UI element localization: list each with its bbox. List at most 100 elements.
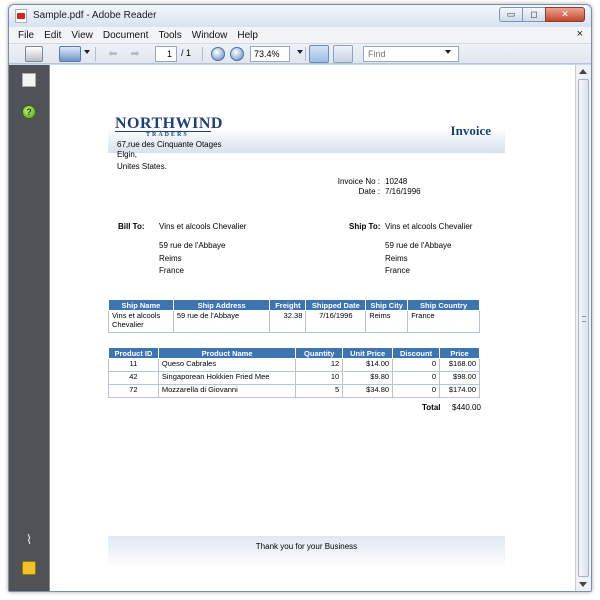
printer-icon[interactable] [25,46,43,62]
help-icon[interactable]: ? [22,105,36,119]
prev-page-icon[interactable]: ⬅ [105,47,121,61]
bill-to-label: Bill To: [118,222,145,231]
table-cell: 0 [392,384,440,398]
table-row: 42 Singaporean Hokkien Fried Mee 10 $9.8… [108,371,480,385]
total-label: Total [422,403,441,412]
table-row: Vins et alcools Chevalier 59 rue de l'Ab… [108,310,480,333]
minimize-button[interactable]: ▭ [499,7,523,22]
table-cell: 5 [295,384,344,398]
table-cell: 42 [108,371,159,385]
table-cell: $9.80 [342,371,394,385]
column-header: Freight [269,299,307,311]
share-icon[interactable] [59,46,81,62]
menu-file[interactable]: File [13,30,39,41]
table-cell: 72 [108,384,159,398]
toolbar: ⬅ ➡ 1 / 1 73.4% Find [9,44,591,64]
bill-to-line: France [159,266,184,275]
table-cell: Reims [365,310,409,333]
ship-to-line: 59 rue de l'Abbaye [385,241,452,250]
bill-to-line: Reims [159,254,182,263]
ship-to-label: Ship To: [349,222,381,231]
ship-to-line: France [385,266,410,275]
company-address-line: Elgin, [117,150,138,159]
find-input[interactable]: Find [363,46,459,62]
table-cell: Mozzarella di Giovanni [157,384,297,398]
invoice-footer: Thank you for your Business [108,536,505,568]
table-cell: Singaporean Hokkien Fried Mee [157,371,297,385]
footer-message: Thank you for your Business [255,542,358,551]
column-header: Quantity [295,347,344,359]
table-cell: 10 [295,371,344,385]
page-total: / 1 [181,48,192,58]
single-page-icon[interactable] [309,45,329,63]
column-header: Product Name [157,347,297,359]
table-cell: France [407,310,480,333]
chevron-down-icon[interactable] [445,50,451,54]
navigation-pane: ? ⌇ [9,65,49,591]
table-row: 72 Mozzarella di Giovanni 5 $34.80 0 $17… [108,384,480,398]
table-header-row: Ship Name Ship Address Freight Shipped D… [108,299,480,311]
date-label: Date : [358,187,380,196]
vertical-scrollbar[interactable] [575,65,591,591]
zoom-in-icon[interactable] [230,47,244,61]
maximize-button[interactable]: ◻ [522,7,546,22]
products-table: Product ID Product Name Quantity Unit Pr… [108,347,480,398]
attachment-icon[interactable]: ⌇ [22,533,36,547]
table-cell: 0 [392,358,440,372]
invoice-title: Invoice [450,123,491,138]
fit-page-icon[interactable] [333,45,353,63]
menu-help[interactable]: Help [232,30,263,41]
table-header-row: Product ID Product Name Quantity Unit Pr… [108,347,480,359]
table-cell: Queso Cabrales [157,358,297,372]
pages-icon[interactable] [22,73,36,87]
pdf-file-icon [15,9,27,23]
invoice-no: 10248 [385,177,408,186]
table-cell: $98.00 [439,371,480,385]
table-cell: $34.80 [342,384,394,398]
table-cell: 0 [392,371,440,385]
bill-to-line: 59 rue de l'Abbaye [159,241,226,250]
menu-edit[interactable]: Edit [39,30,66,41]
column-header: Ship Name [108,299,174,311]
chevron-down-icon[interactable] [297,50,303,54]
ship-to-line: Reims [385,254,408,263]
close-button[interactable]: ✕ [545,7,585,22]
column-header: Ship Country [407,299,480,311]
total-value: $440.00 [452,403,481,412]
menu-document[interactable]: Document [98,30,154,41]
window-controls: ▭ ◻ ✕ [499,7,585,22]
title-bar: Sample.pdf - Adobe Reader ▭ ◻ ✕ [9,5,591,27]
chevron-down-icon[interactable] [84,50,90,54]
table-cell: Vins et alcools Chevalier [108,310,174,333]
scroll-up-icon[interactable] [579,69,587,74]
column-header: Price [439,347,480,359]
invoice-date: 7/16/1996 [385,187,421,196]
menu-view[interactable]: View [66,30,98,41]
table-cell: $174.00 [439,384,480,398]
close-document-icon[interactable]: × [577,28,583,40]
toolbar-separator [95,47,96,61]
column-header: Ship City [365,299,409,311]
company-address-line: 67,rue des Cinquante Otages [117,140,222,149]
toolbar-separator [202,47,203,61]
shipping-table: Ship Name Ship Address Freight Shipped D… [108,299,480,333]
bill-to-line: Vins et alcools Chevalier [159,222,247,231]
column-header: Product ID [108,347,159,359]
scroll-thumb[interactable] [578,79,589,577]
toolbar-separator [305,47,306,61]
menu-window[interactable]: Window [187,30,233,41]
company-address-line: Unites States. [117,162,167,171]
window-title: Sample.pdf - Adobe Reader [33,10,157,21]
scroll-down-icon[interactable] [579,582,587,587]
table-cell: 12 [295,358,344,372]
menu-tools[interactable]: Tools [153,30,186,41]
menu-bar: File Edit View Document Tools Window Hel… [9,27,591,44]
zoom-input[interactable]: 73.4% [250,46,290,62]
next-page-icon[interactable]: ➡ [127,47,143,61]
table-row: 11 Queso Cabrales 12 $14.00 0 $168.00 [108,358,480,372]
comment-icon[interactable] [22,561,36,575]
table-cell: 11 [108,358,159,372]
zoom-out-icon[interactable] [211,47,225,61]
invoice-no-label: Invoice No : [337,177,380,186]
page-number-input[interactable]: 1 [155,46,177,62]
